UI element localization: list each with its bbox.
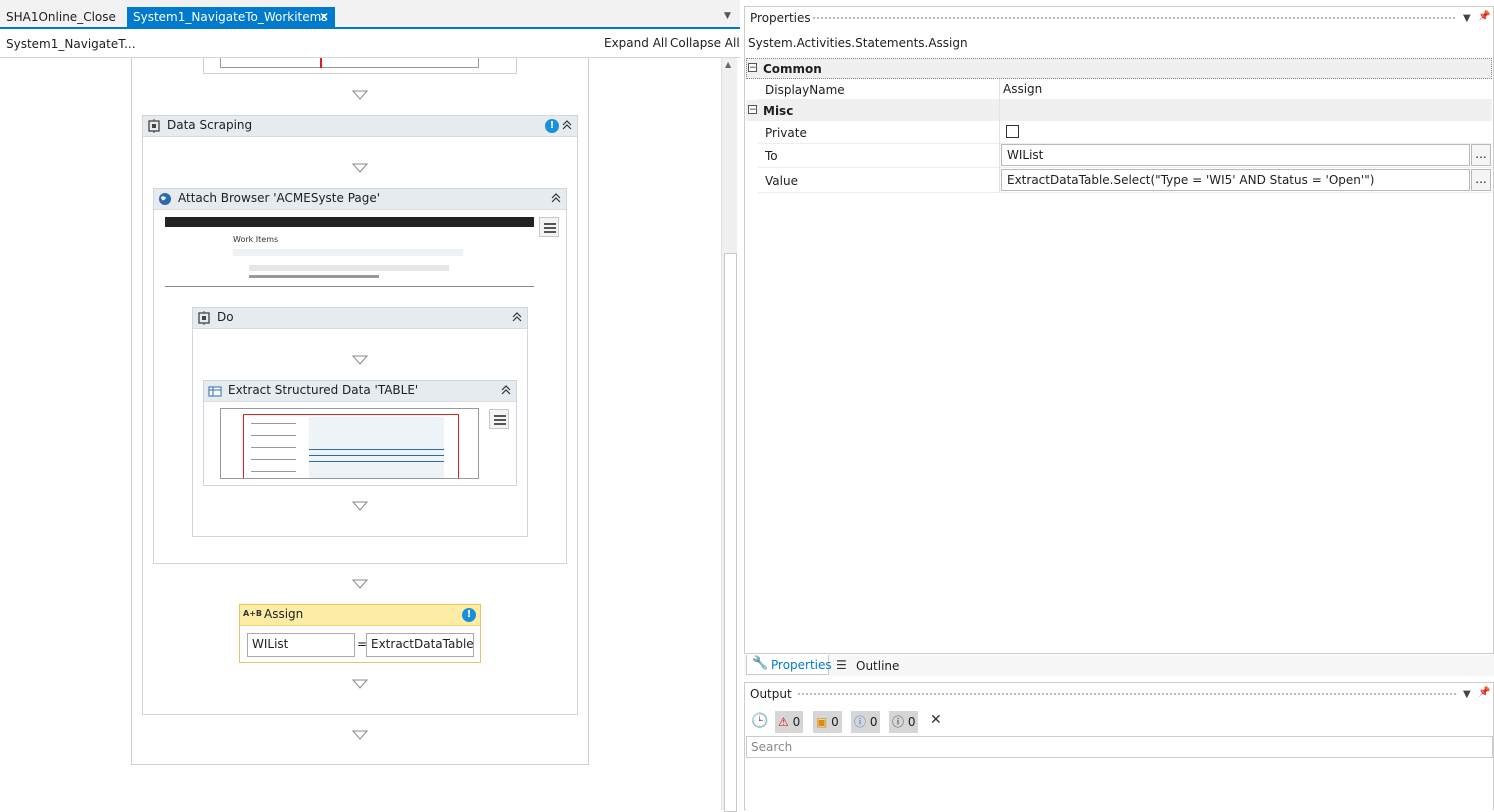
to-input[interactable]: WIList bbox=[1001, 144, 1470, 166]
collapse-icon[interactable] bbox=[550, 192, 562, 204]
output-log-area bbox=[746, 758, 1493, 810]
drop-arrow-icon[interactable] bbox=[352, 501, 368, 511]
section-label: Common bbox=[763, 62, 822, 76]
errors-count: 0 bbox=[792, 715, 801, 729]
activity-title: Assign bbox=[264, 607, 304, 621]
collapse-icon[interactable] bbox=[561, 119, 573, 131]
collapse-all-button[interactable]: Collapse All bbox=[670, 36, 740, 50]
panel-grip[interactable] bbox=[812, 16, 1457, 21]
activity-title: Do bbox=[217, 310, 234, 324]
selected-type-name: System.Activities.Statements.Assign bbox=[748, 36, 968, 50]
prop-value-displayname[interactable]: Assign bbox=[1003, 82, 1042, 96]
row-divider bbox=[758, 167, 1492, 168]
errors-filter-button[interactable]: ⚠ 0 bbox=[775, 711, 804, 733]
clock-icon[interactable]: 🕒 bbox=[751, 713, 768, 729]
collapse-icon[interactable] bbox=[500, 384, 512, 396]
trace-filter-button[interactable]: ⓘ 0 bbox=[889, 711, 919, 733]
table-screenshot bbox=[220, 408, 479, 479]
scroll-up-icon[interactable]: ▲ bbox=[725, 60, 731, 69]
menu-icon[interactable] bbox=[539, 217, 559, 237]
outline-icon: ☰ bbox=[836, 658, 847, 672]
assign-value-input[interactable]: ExtractDataTable.Sel bbox=[366, 633, 474, 657]
error-icon: ⚠ bbox=[778, 715, 789, 729]
assign-to-input[interactable]: WIList bbox=[247, 633, 355, 657]
collapse-icon[interactable] bbox=[511, 311, 523, 323]
section-common[interactable] bbox=[746, 58, 1492, 79]
trace-count: 0 bbox=[907, 715, 916, 729]
trace-icon: ⓘ bbox=[892, 715, 905, 729]
wrench-icon: 🔧 bbox=[752, 656, 769, 671]
prop-name-to: To bbox=[765, 149, 778, 163]
drop-arrow-icon[interactable] bbox=[352, 679, 368, 689]
info-count: 0 bbox=[869, 715, 878, 729]
collapse-toggle-icon[interactable]: − bbox=[748, 63, 757, 73]
panel-grip[interactable] bbox=[797, 692, 1457, 697]
screenshot-heading: Work Items bbox=[233, 235, 279, 244]
activity-header: Do bbox=[193, 308, 527, 329]
activity-header: A+B Assign ! bbox=[240, 605, 480, 626]
warnings-count: 0 bbox=[831, 715, 839, 729]
row-divider bbox=[758, 192, 1492, 193]
designer-scrollbar[interactable]: ▲ bbox=[721, 58, 737, 812]
drop-arrow-icon[interactable] bbox=[352, 579, 368, 589]
sequence-icon bbox=[198, 311, 210, 325]
drop-arrow-icon[interactable] bbox=[352, 730, 368, 740]
activity-header: Attach Browser 'ACMESyste Page' bbox=[154, 189, 566, 210]
scrollbar-thumb[interactable] bbox=[724, 253, 737, 812]
warning-icon[interactable]: ! bbox=[462, 608, 476, 622]
assign-icon: A+B bbox=[243, 609, 262, 618]
close-icon[interactable]: ✕ bbox=[319, 7, 329, 27]
tab-label: Outline bbox=[856, 659, 900, 673]
activity-title: Data Scraping bbox=[167, 118, 253, 132]
info-filter-button[interactable]: ⓘ 0 bbox=[851, 711, 881, 733]
column-divider[interactable] bbox=[999, 79, 1000, 193]
collapse-toggle-icon[interactable]: − bbox=[748, 105, 757, 115]
warnings-filter-button[interactable]: ▣ 0 bbox=[813, 711, 842, 733]
previous-activity-preview bbox=[220, 58, 479, 68]
expand-all-button[interactable]: Expand All bbox=[604, 36, 668, 50]
table-icon bbox=[208, 386, 222, 397]
tab-label: Properties bbox=[771, 658, 832, 672]
pin-icon[interactable]: 📌 bbox=[1478, 11, 1490, 22]
chevron-down-icon[interactable]: ▼ bbox=[724, 11, 731, 21]
section-label: Misc bbox=[763, 104, 794, 118]
drop-arrow-icon[interactable] bbox=[352, 355, 368, 365]
scraping-icon bbox=[148, 119, 160, 133]
properties-title: Properties bbox=[750, 11, 811, 25]
tab-label: System1_NavigateTo_Workitems bbox=[133, 10, 328, 24]
activity-title: Extract Structured Data 'TABLE' bbox=[228, 383, 419, 397]
info-icon: ⓘ bbox=[854, 715, 867, 729]
warning-icon: ▣ bbox=[816, 715, 828, 729]
browser-screenshot: Work Items bbox=[165, 217, 534, 287]
tab-properties[interactable]: 🔧 Properties bbox=[746, 655, 832, 675]
clear-icon[interactable]: ✕ bbox=[930, 712, 942, 728]
value-input[interactable]: ExtractDataTable.Select("Type = 'WI5' AN… bbox=[1001, 169, 1470, 191]
section-misc[interactable] bbox=[746, 100, 1492, 121]
activity-header: Extract Structured Data 'TABLE' bbox=[204, 381, 516, 402]
activity-title: Attach Browser 'ACMESyste Page' bbox=[178, 191, 381, 205]
private-checkbox[interactable] bbox=[1006, 125, 1019, 138]
to-ellipsis-button[interactable]: ... bbox=[1471, 144, 1491, 166]
assign-activity[interactable]: A+B Assign ! WIList = ExtractDataTable.S… bbox=[239, 604, 481, 663]
drop-arrow-icon[interactable] bbox=[352, 90, 368, 100]
warning-icon[interactable]: ! bbox=[545, 119, 559, 133]
breadcrumb[interactable]: System1_NavigateT... bbox=[6, 37, 136, 51]
globe-icon bbox=[159, 193, 171, 205]
selection-marker bbox=[320, 58, 322, 68]
prop-name-private: Private bbox=[765, 126, 807, 140]
tab-sha1online-close[interactable]: SHA1Online_Close bbox=[0, 7, 122, 28]
tab-system1-navigateto-workitems[interactable]: System1_NavigateTo_Workitems ✕ bbox=[127, 7, 335, 28]
activity-header: Data Scraping ! bbox=[143, 116, 577, 137]
value-ellipsis-button[interactable]: ... bbox=[1471, 169, 1491, 191]
output-search-input[interactable]: Search bbox=[746, 736, 1493, 758]
dropdown-icon[interactable]: ▼ bbox=[1463, 13, 1471, 24]
output-title: Output bbox=[750, 687, 792, 701]
drop-arrow-icon[interactable] bbox=[352, 163, 368, 173]
menu-icon[interactable] bbox=[489, 409, 509, 429]
prop-name-displayname: DisplayName bbox=[765, 83, 845, 97]
prop-name-value: Value bbox=[765, 174, 798, 188]
dropdown-icon[interactable]: ▼ bbox=[1463, 689, 1471, 700]
pin-icon[interactable]: 📌 bbox=[1478, 687, 1490, 698]
